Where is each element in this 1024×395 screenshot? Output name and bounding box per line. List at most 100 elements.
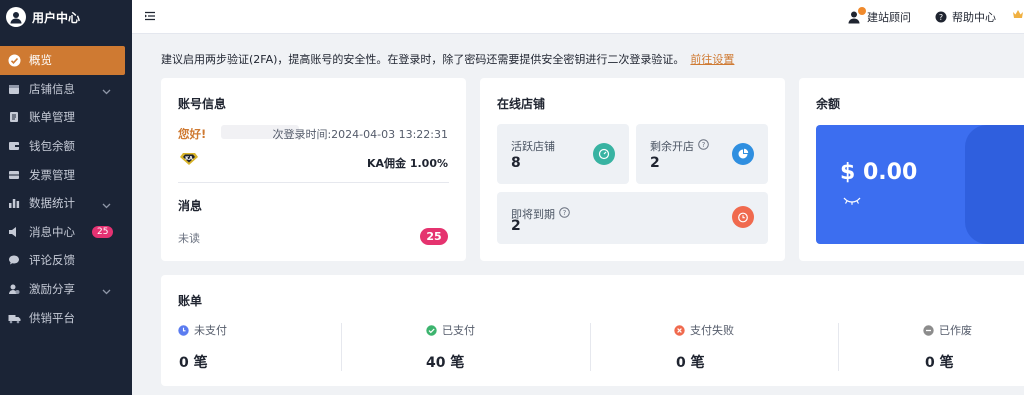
sidebar-item-label: 概览 <box>29 53 52 68</box>
sidebar-item-statistics[interactable]: 数据统计 <box>0 189 132 218</box>
last-login-time: 次登录时间:2024-04-03 13:22:31 <box>272 128 448 141</box>
voided-bills[interactable]: 已作废 0 笔 <box>923 322 1024 372</box>
sidebar-item-wallet[interactable]: 钱包余额 <box>0 132 132 161</box>
help-icon: ? <box>935 11 947 23</box>
ka-icon-text: KA <box>185 156 193 162</box>
sidebar-item-overview[interactable]: 概览 <box>0 46 125 75</box>
menu-toggle-icon[interactable] <box>144 10 156 24</box>
active-stores-tile[interactable]: 活跃店铺 8 <box>497 124 629 184</box>
bill-label: 支付失败 <box>690 324 734 337</box>
balance-panel: $ 0.00 <box>816 125 1024 244</box>
paid-bills[interactable]: 已支付 40 笔 <box>426 322 586 372</box>
bill-value: 0 笔 <box>179 355 208 371</box>
bill-icon <box>7 110 21 124</box>
tile-value: 2 <box>511 218 521 234</box>
messages-title: 消息 <box>178 199 203 213</box>
question-circle-icon[interactable]: ? <box>698 139 709 153</box>
help-center-link[interactable]: ? 帮助中心 <box>935 9 996 25</box>
crown-icon[interactable] <box>1012 9 1024 20</box>
brand-title: 用户中心 <box>32 10 81 25</box>
unread-count-badge[interactable]: 25 <box>420 228 448 245</box>
svg-text:?: ? <box>563 209 567 217</box>
bill-label: 已作废 <box>939 324 972 337</box>
bills-card: 账单 未支付 0 笔 已支付 40 笔 支付失败 0 笔 已作废 0 笔 <box>161 275 1024 386</box>
sidebar: 用户中心 概览 店铺信息 账单管理 钱包余额 发票管理 数据统计 消息中心 25… <box>0 0 132 395</box>
brand[interactable]: 用户中心 <box>0 0 132 34</box>
sidebar-item-label: 消息中心 <box>29 224 75 239</box>
sidebar-item-label: 钱包余额 <box>29 139 75 154</box>
notification-dot <box>858 7 866 15</box>
comment-icon <box>7 253 21 267</box>
dashboard-icon <box>7 53 21 67</box>
chevron-down-icon <box>102 198 111 212</box>
balance-title: 余额 <box>816 97 841 111</box>
account-info-card: 账号信息 您好! 次登录时间:2024-04-03 13:22:31 KA KA… <box>161 78 466 261</box>
chevron-down-icon <box>102 84 111 98</box>
gauge-icon <box>593 143 615 165</box>
svg-text:?: ? <box>702 141 706 149</box>
chevron-down-icon <box>102 284 111 298</box>
tile-value: 2 <box>650 155 660 171</box>
consultant-link[interactable]: 建站顾问 <box>848 7 911 25</box>
unread-label: 未读 <box>178 232 200 245</box>
store-icon <box>7 82 21 96</box>
sidebar-item-bill-management[interactable]: 账单管理 <box>0 103 132 132</box>
sidebar-item-store-info[interactable]: 店铺信息 <box>0 75 132 104</box>
notice-text: 建议启用两步验证(2FA)，提高账号的安全性。在登录时，除了密码还需要提供安全密… <box>161 53 685 66</box>
bill-value: 0 笔 <box>925 355 954 371</box>
question-circle-icon[interactable]: ? <box>559 207 570 221</box>
consultant-icon <box>848 7 866 24</box>
truck-icon <box>7 311 21 325</box>
failed-bills[interactable]: 支付失败 0 笔 <box>674 322 834 372</box>
wallet-icon <box>7 139 21 153</box>
bill-label: 未支付 <box>194 324 227 337</box>
eye-closed-icon[interactable] <box>843 194 861 208</box>
bill-value: 40 笔 <box>426 355 465 371</box>
ka-commission: KA佣金 1.00% <box>366 157 448 170</box>
tile-label: 活跃店铺 <box>511 140 555 153</box>
check-circle-icon <box>426 324 437 336</box>
divider <box>341 323 342 371</box>
bar-chart-icon <box>7 196 21 210</box>
minus-circle-icon <box>923 324 934 336</box>
consultant-label: 建站顾问 <box>867 11 911 24</box>
sidebar-item-label: 激励分享 <box>29 282 75 297</box>
expiring-stores-tile[interactable]: 即将到期 ? 2 <box>497 192 768 244</box>
help-center-label: 帮助中心 <box>952 11 996 24</box>
user-avatar-icon <box>6 7 26 27</box>
greeting-text: 您好! <box>178 127 207 141</box>
tile-value: 8 <box>511 155 521 171</box>
svg-text:?: ? <box>939 13 943 22</box>
sidebar-item-label: 供销平台 <box>29 310 75 325</box>
sidebar-item-feedback[interactable]: 评论反馈 <box>0 246 132 275</box>
goto-settings-link[interactable]: 前往设置 <box>690 53 734 66</box>
alarm-clock-icon <box>732 206 754 228</box>
online-stores-card: 在线店铺 活跃店铺 8 剩余开店 ? 2 即将到期 ? 2 <box>480 78 785 261</box>
balance-amount: $ 0.00 <box>840 160 918 185</box>
remaining-stores-tile[interactable]: 剩余开店 ? 2 <box>636 124 768 184</box>
sidebar-item-label: 评论反馈 <box>29 253 75 268</box>
sidebar-item-label: 数据统计 <box>29 196 75 211</box>
sidebar-item-distribution[interactable]: 供销平台 <box>0 303 132 332</box>
unpaid-bills[interactable]: 未支付 0 笔 <box>178 322 338 372</box>
two-factor-notice: 建议启用两步验证(2FA)，提高账号的安全性。在登录时，除了密码还需要提供安全密… <box>161 51 734 67</box>
tile-label: 剩余开店 <box>650 140 694 153</box>
sidebar-item-label: 发票管理 <box>29 167 75 182</box>
message-count-badge: 25 <box>92 225 114 238</box>
sidebar-item-label: 账单管理 <box>29 110 75 125</box>
sidebar-item-message-center[interactable]: 消息中心 25 <box>0 218 132 247</box>
bills-title: 账单 <box>178 294 203 308</box>
divider <box>590 323 591 371</box>
clock-icon <box>178 324 189 336</box>
close-circle-icon <box>674 324 685 336</box>
speaker-icon <box>7 225 21 239</box>
ka-diamond-icon: KA <box>179 152 199 169</box>
divider <box>178 182 449 183</box>
online-stores-title: 在线店铺 <box>497 97 546 111</box>
sidebar-item-invoice[interactable]: 发票管理 <box>0 160 132 189</box>
divider <box>838 323 839 371</box>
pie-chart-icon <box>732 143 754 165</box>
sidebar-item-label: 店铺信息 <box>29 81 75 96</box>
sidebar-item-share[interactable]: 激励分享 <box>0 275 132 304</box>
topbar: 建站顾问 ? 帮助中心 <box>132 0 1024 34</box>
